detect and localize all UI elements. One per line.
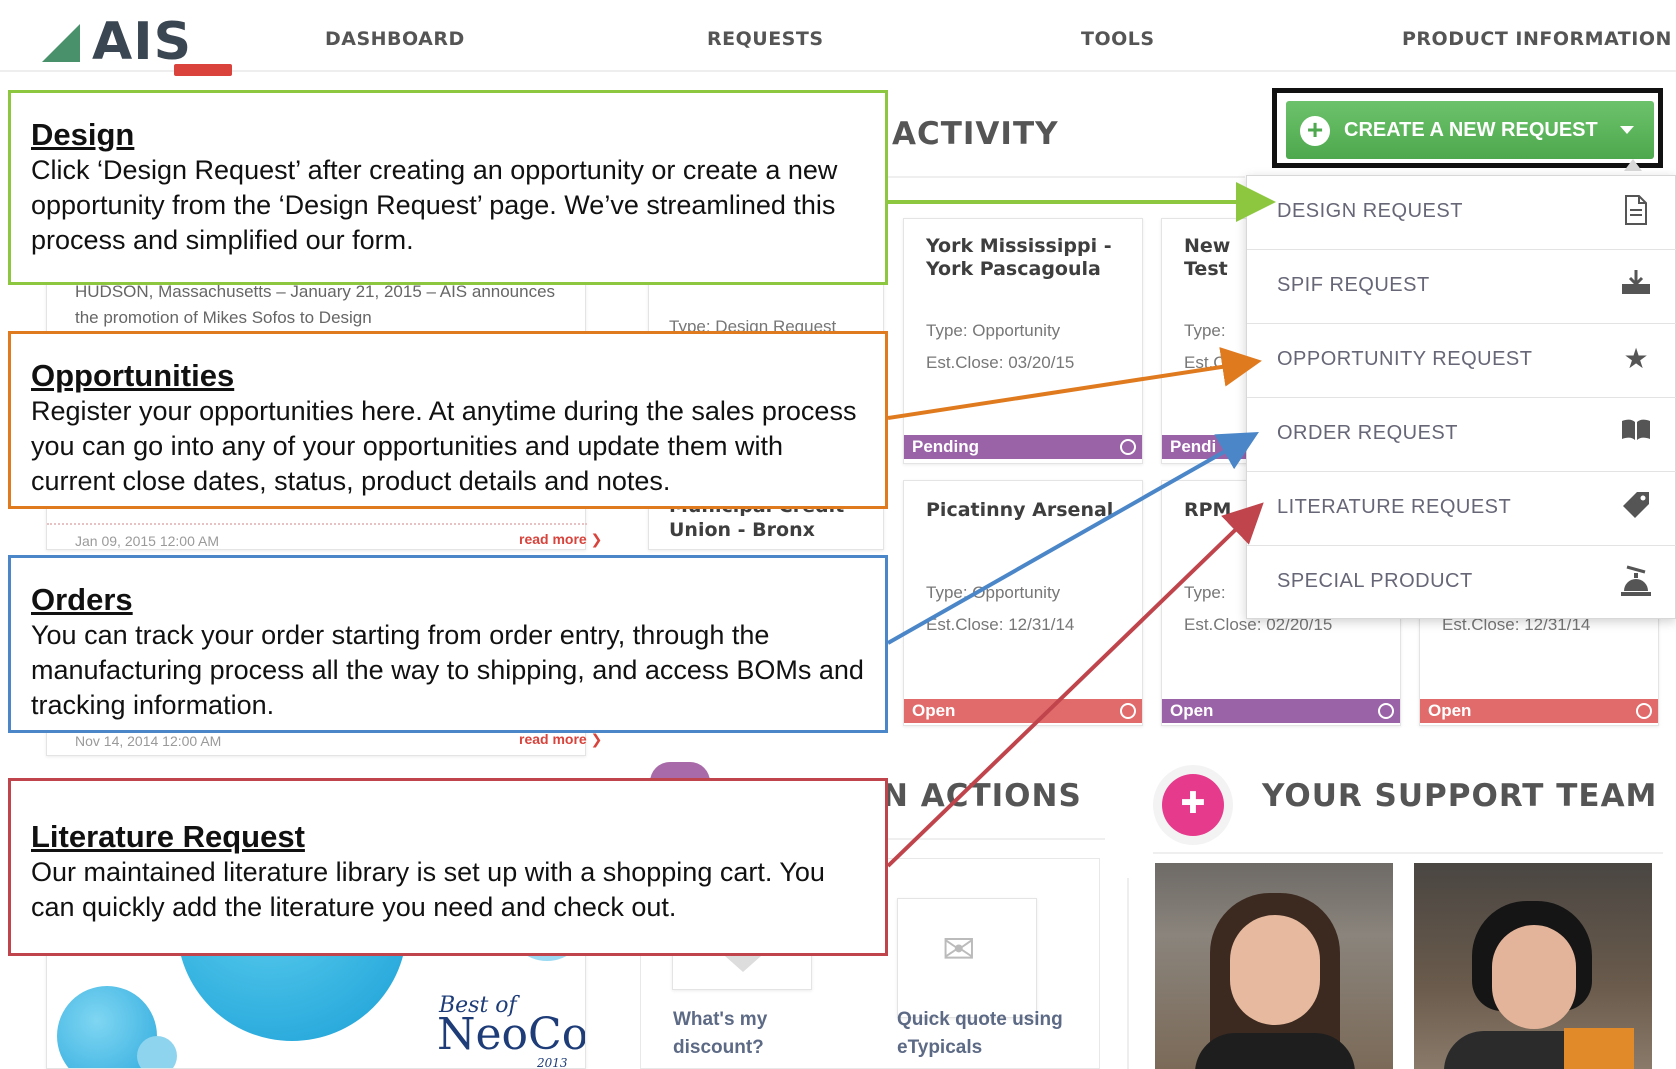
annotation-arrows <box>886 182 1276 868</box>
arrow-opportunities <box>887 347 1262 420</box>
arrow-literature <box>886 502 1264 868</box>
arrow-orders <box>887 432 1259 645</box>
